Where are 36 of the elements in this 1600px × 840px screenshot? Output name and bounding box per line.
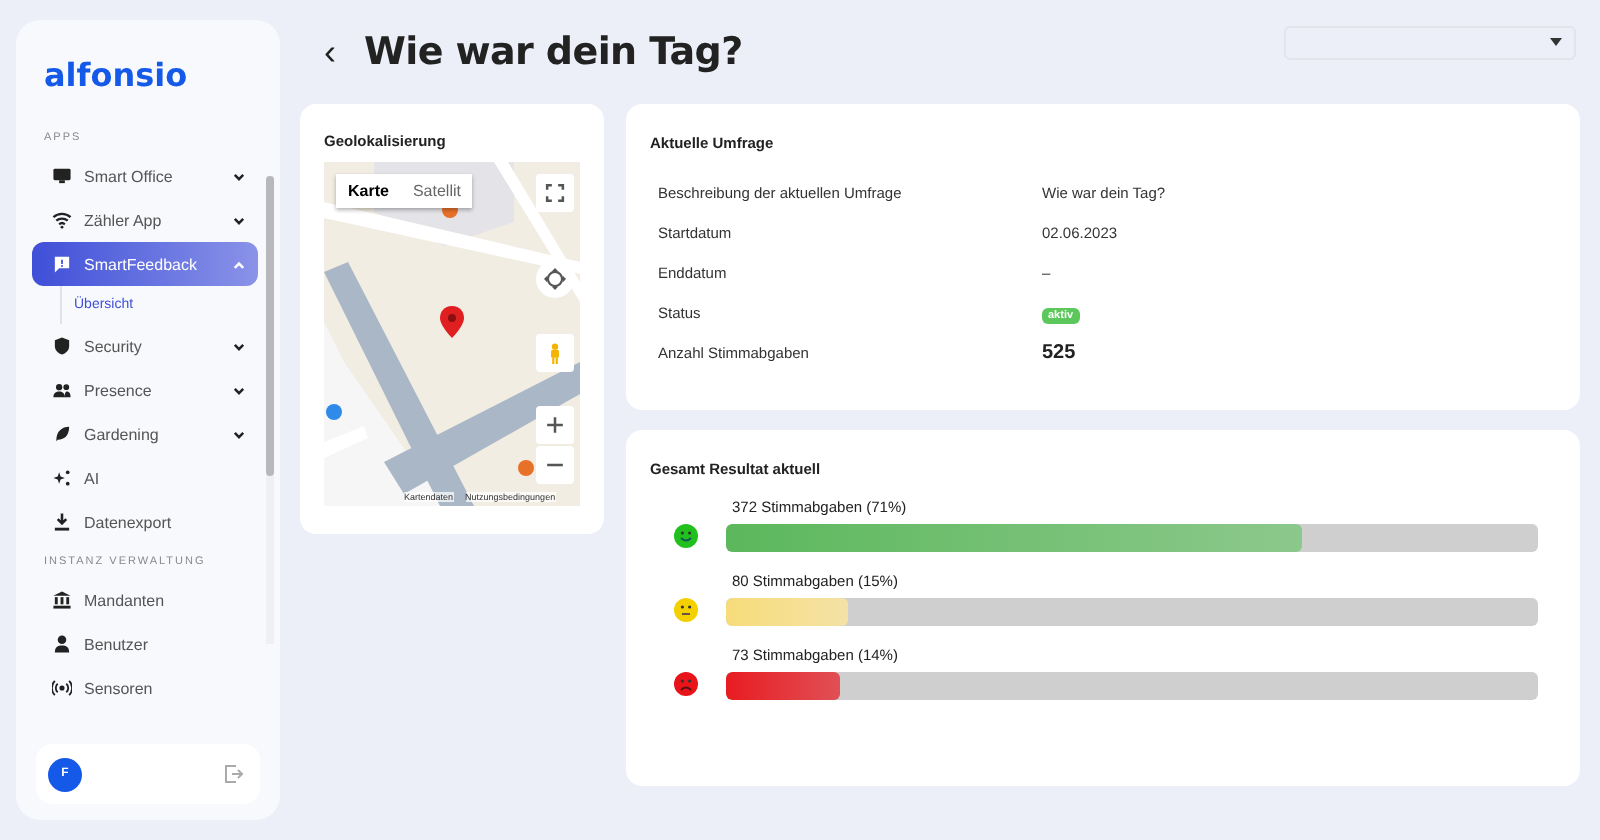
shield-icon (52, 336, 72, 356)
map-type-tab[interactable]: Karte (336, 174, 401, 208)
people-icon (52, 380, 72, 400)
leaf-icon (52, 424, 72, 444)
nav-item[interactable]: AI (32, 456, 258, 500)
logo: alfonsio (42, 54, 190, 98)
nav-item[interactable]: Datenexport (32, 500, 258, 544)
monitor-icon (52, 166, 72, 186)
nav-item[interactable]: SmartFeedback (32, 242, 258, 286)
sensor-icon (52, 678, 72, 698)
nav-item[interactable]: Zähler App (32, 198, 258, 242)
user-icon (52, 634, 72, 654)
page-title: Wie war dein Tag? (364, 30, 745, 74)
download-icon (52, 512, 72, 532)
map-type-tab[interactable]: Satellit (400, 174, 473, 208)
plus-button[interactable] (536, 406, 574, 444)
bank-icon (52, 590, 72, 610)
back-button[interactable]: ‹ (320, 34, 340, 70)
plus-icon (544, 414, 566, 436)
sparkle-icon (52, 468, 72, 488)
fullscreen-icon (544, 182, 566, 204)
nav-item[interactable]: Mandanten (32, 578, 258, 622)
nav-item[interactable]: Sensoren (32, 666, 258, 710)
nav-item[interactable]: Presence (32, 368, 258, 412)
move-icon (544, 268, 566, 290)
nav-item[interactable]: Benutzer (32, 622, 258, 666)
minus-button[interactable] (536, 446, 574, 484)
wifi-icon (52, 210, 72, 230)
caret-icon (1550, 38, 1562, 46)
nav-item[interactable]: Smart Office (32, 154, 258, 198)
nav-item[interactable]: Security (32, 324, 258, 368)
field-value: 525 (1042, 341, 1078, 363)
fullscreen-button[interactable] (536, 174, 574, 212)
scrollbar[interactable] (266, 176, 274, 644)
nav-item[interactable]: Gardening (32, 412, 258, 456)
chat-icon (52, 254, 72, 274)
